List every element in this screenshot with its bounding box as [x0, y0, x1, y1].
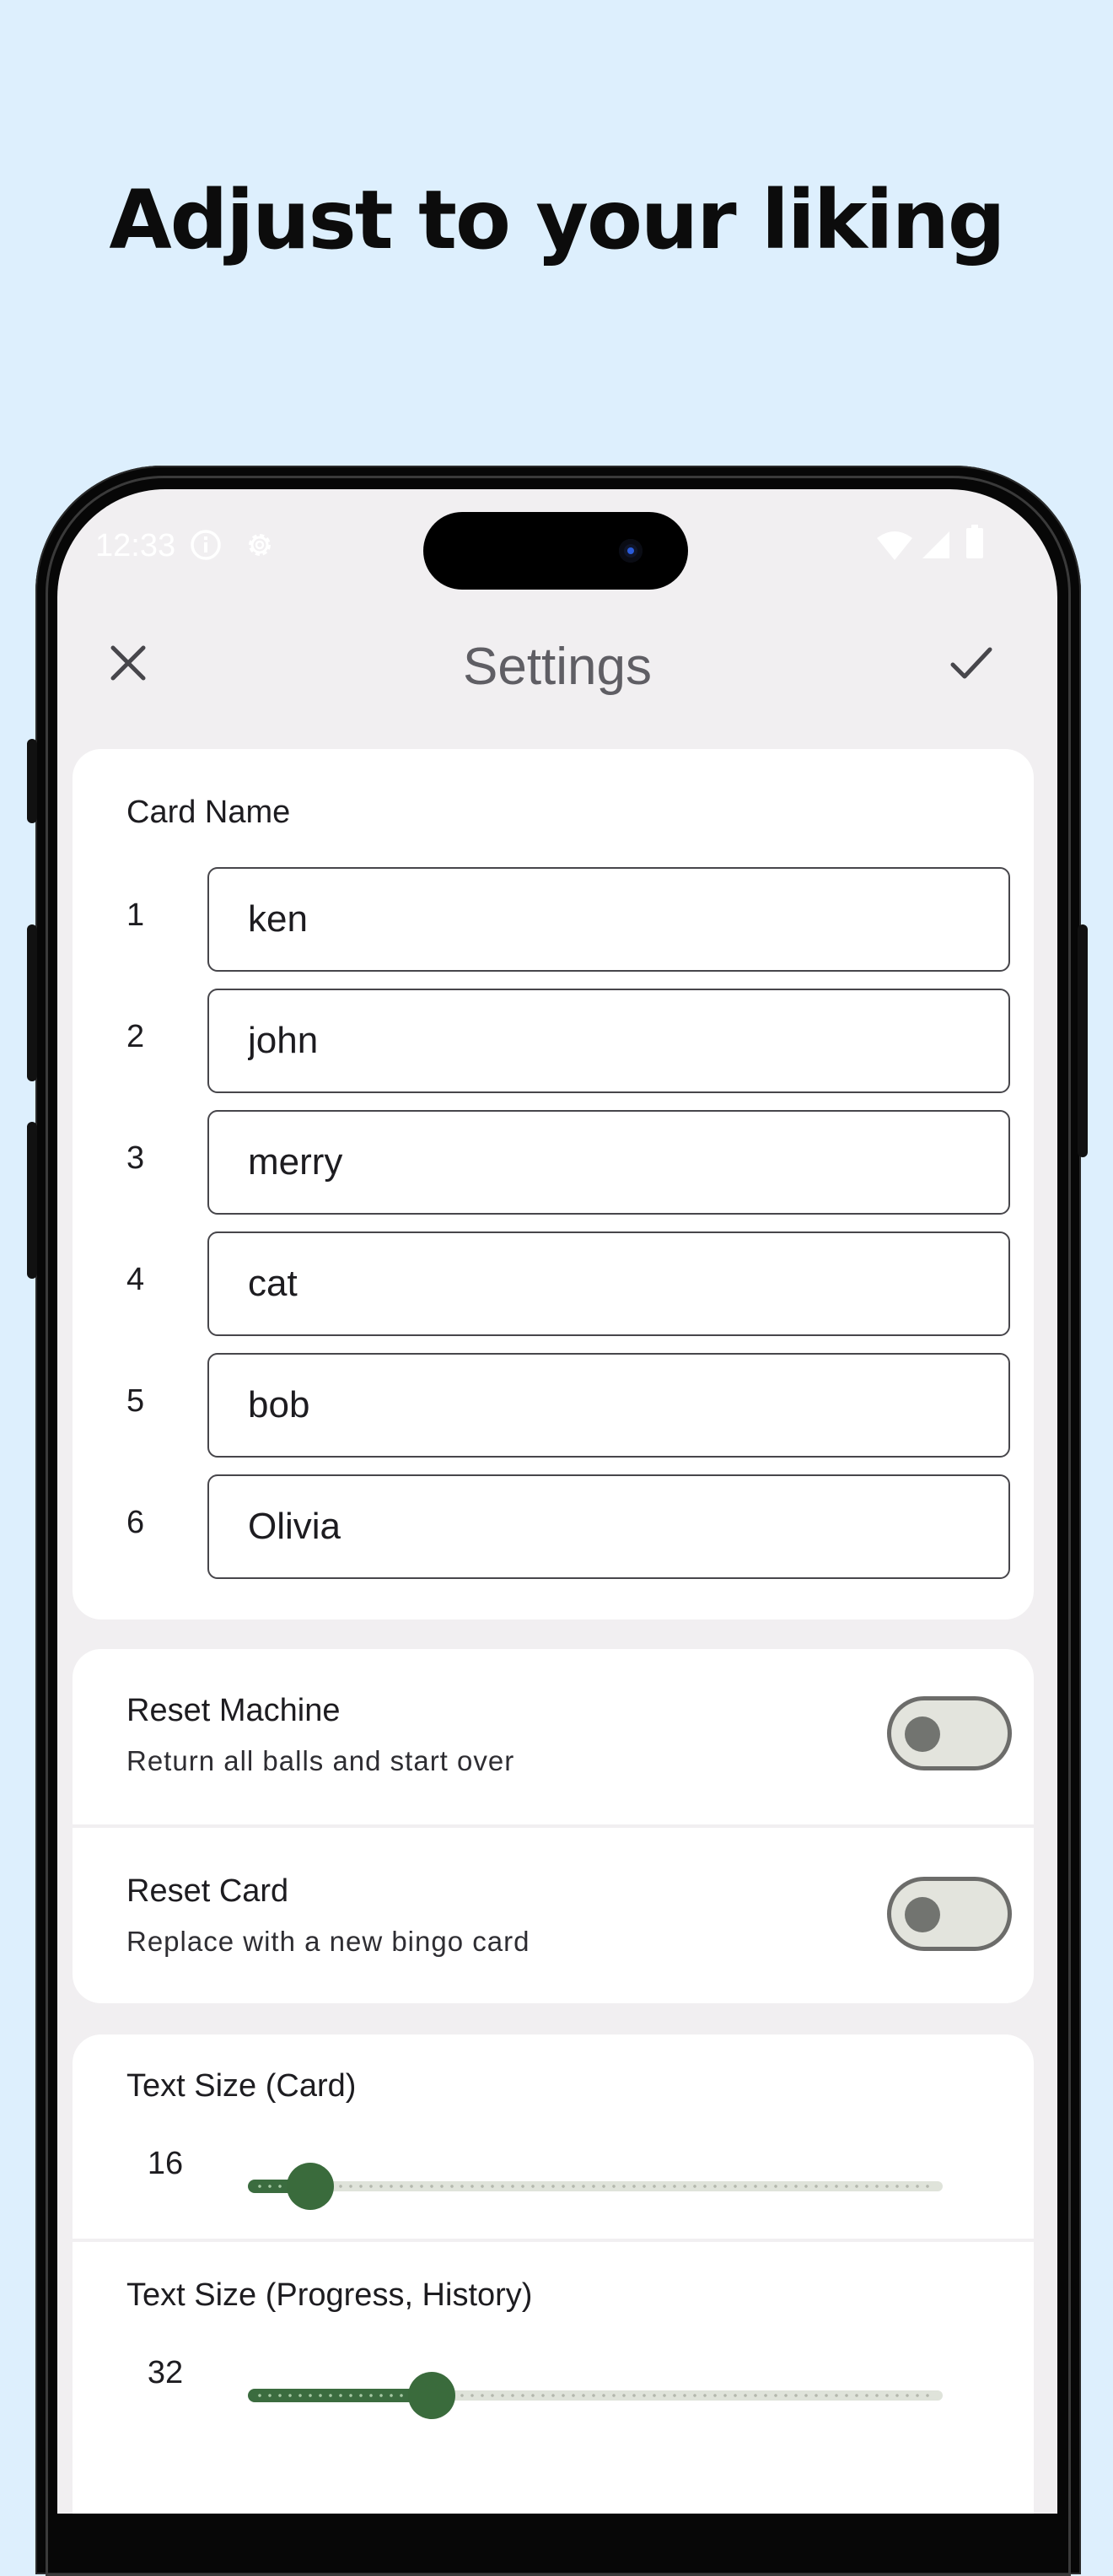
text-size-progress-slider[interactable]: [248, 2370, 943, 2421]
card-number-label: 3: [126, 1140, 145, 1176]
card-name-input[interactable]: [209, 869, 1008, 970]
check-icon: [950, 647, 992, 679]
text-size-card-value: 16: [147, 2146, 184, 2181]
card-name-input[interactable]: [209, 1355, 1008, 1456]
card-name-field-4[interactable]: [207, 1231, 1010, 1336]
reset-card-subtitle: Replace with a new bingo card: [126, 1926, 530, 1957]
slider-thumb[interactable]: [408, 2372, 455, 2419]
card-number-label: 2: [126, 1019, 145, 1054]
reset-section: Reset Machine Return all balls and start…: [73, 1649, 1034, 2003]
text-size-progress-row: Text Size (Progress, History) 32: [73, 2244, 1034, 2449]
reset-machine-switch[interactable]: [887, 1696, 1012, 1770]
reset-card-switch[interactable]: [887, 1877, 1012, 1951]
card-name-field-5[interactable]: [207, 1353, 1010, 1458]
gear-icon: [243, 528, 277, 566]
side-button-volume-up: [27, 924, 37, 1081]
phone-screen: 12:33 Settings Card Name 1 2: [57, 489, 1057, 2514]
text-size-section: Text Size (Card) 16 Text Size (Progress,…: [73, 2034, 1034, 2514]
status-time: 12:33: [95, 528, 176, 563]
card-name-input[interactable]: [209, 1233, 1008, 1334]
confirm-button[interactable]: [938, 629, 1005, 697]
camera-icon: [619, 539, 643, 563]
side-button-action: [27, 739, 37, 823]
card-name-input[interactable]: [209, 1112, 1008, 1213]
card-name-field-3[interactable]: [207, 1110, 1010, 1215]
slider-active-ticks: [255, 2394, 422, 2397]
reset-machine-row[interactable]: Reset Machine Return all balls and start…: [73, 1649, 1034, 1823]
text-size-card-title: Text Size (Card): [126, 2068, 357, 2104]
text-size-progress-title: Text Size (Progress, History): [126, 2277, 533, 2313]
text-size-card-slider[interactable]: [248, 2161, 943, 2212]
divider: [73, 2239, 1034, 2242]
status-bar: 12:33: [57, 489, 1057, 607]
side-button-volume-down: [27, 1122, 37, 1279]
dynamic-island: [423, 512, 688, 590]
card-number-label: 4: [126, 1262, 145, 1297]
slider-thumb[interactable]: [287, 2163, 334, 2210]
reset-machine-title: Reset Machine: [126, 1693, 341, 1728]
reset-card-title: Reset Card: [126, 1873, 289, 1909]
card-name-label: Card Name: [126, 795, 291, 830]
text-size-card-row: Text Size (Card) 16: [73, 2034, 1034, 2240]
card-number-label: 1: [126, 897, 145, 933]
switch-knob: [905, 1897, 940, 1932]
headline: Adjust to your liking: [109, 173, 1005, 267]
page-title: Settings: [462, 638, 653, 696]
reset-card-row[interactable]: Reset Card Replace with a new bingo card: [73, 1830, 1034, 2003]
card-name-field-2[interactable]: [207, 989, 1010, 1093]
card-name-input[interactable]: [209, 990, 1008, 1091]
battery-icon: [965, 525, 985, 564]
card-number-label: 5: [126, 1383, 145, 1419]
card-name-field-1[interactable]: [207, 867, 1010, 972]
text-size-progress-value: 32: [147, 2355, 184, 2390]
cell-signal-icon: [921, 530, 951, 564]
info-icon: [189, 528, 223, 566]
card-name-input[interactable]: [209, 1476, 1008, 1577]
switch-knob: [905, 1716, 940, 1752]
side-button-power: [1078, 924, 1088, 1157]
reset-machine-subtitle: Return all balls and start over: [126, 1745, 515, 1776]
card-name-section: Card Name 1 2 3 4 5 6: [73, 749, 1034, 1619]
divider: [73, 1824, 1034, 1828]
slider-tick-marks: [255, 2185, 936, 2188]
wifi-icon: [875, 528, 914, 566]
card-number-label: 6: [126, 1505, 145, 1540]
card-name-field-6[interactable]: [207, 1474, 1010, 1579]
